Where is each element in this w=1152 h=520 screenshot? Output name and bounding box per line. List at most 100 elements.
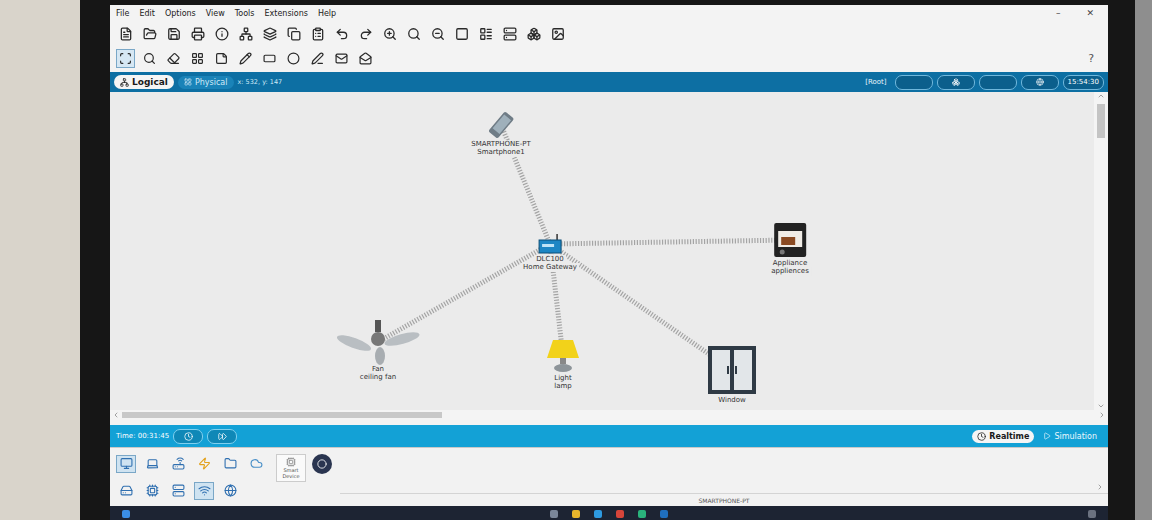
line-icon[interactable]: [236, 49, 255, 68]
tray-icon[interactable]: [1088, 510, 1096, 518]
hubs-icon[interactable]: [168, 482, 188, 500]
complex-pdu-icon[interactable]: [356, 49, 375, 68]
print-icon[interactable]: [188, 25, 207, 44]
device-node[interactable]: Fanceiling fan: [336, 319, 420, 382]
undo-icon[interactable]: [332, 25, 351, 44]
root-label: [Root]: [865, 78, 886, 86]
rectangle-icon[interactable]: [260, 49, 279, 68]
app-icon[interactable]: [638, 510, 646, 518]
select-icon[interactable]: [116, 49, 135, 68]
activity-wizard-icon[interactable]: [260, 25, 279, 44]
app-icon[interactable]: [616, 510, 624, 518]
device-model: Fan: [370, 365, 386, 373]
components-button[interactable]: [312, 454, 332, 474]
simple-pdu-icon[interactable]: [332, 49, 351, 68]
new-file-icon[interactable]: [116, 25, 135, 44]
explorer-icon[interactable]: [572, 510, 580, 518]
device-model: Light: [552, 374, 573, 382]
routers-icon[interactable]: [116, 482, 136, 500]
mode-tab[interactable]: Realtime: [972, 430, 1034, 443]
drawing-palette-icon[interactable]: [452, 25, 471, 44]
globe-icon: [1036, 78, 1044, 86]
appliance-icon: [772, 221, 808, 259]
menu-item[interactable]: File: [116, 9, 129, 18]
wireless-link[interactable]: [378, 244, 550, 342]
info-icon[interactable]: [212, 25, 231, 44]
view-button[interactable]: [895, 75, 933, 90]
zoom-out-icon[interactable]: [428, 25, 447, 44]
device-list: [340, 448, 1108, 494]
background-image-icon[interactable]: [548, 25, 567, 44]
browser-icon[interactable]: [594, 510, 602, 518]
scroll-right-icon[interactable]: [1096, 483, 1104, 491]
paste-icon[interactable]: [308, 25, 327, 44]
menu-item[interactable]: Tools: [235, 9, 255, 18]
zoom-in-icon[interactable]: [380, 25, 399, 44]
switches-icon[interactable]: [142, 482, 162, 500]
device-node[interactable]: Applianceappliences: [769, 221, 811, 276]
copy-icon[interactable]: [284, 25, 303, 44]
scroll-right-icon[interactable]: [1098, 411, 1106, 419]
security-icon[interactable]: [220, 482, 240, 500]
scroll-thumb[interactable]: [122, 412, 442, 418]
wireless-icon[interactable]: [194, 482, 214, 500]
redo-icon[interactable]: [356, 25, 375, 44]
save-icon[interactable]: [164, 25, 183, 44]
components-icon[interactable]: [168, 455, 188, 473]
mode-tab[interactable]: Simulation: [1038, 430, 1102, 443]
cluster-button[interactable]: [937, 75, 975, 90]
menu-item[interactable]: Options: [165, 9, 196, 18]
horizontal-scrollbar[interactable]: [110, 410, 1108, 420]
device-node[interactable]: Window: [706, 344, 758, 404]
workspace-tab[interactable]: Physical: [178, 76, 234, 89]
search-icon[interactable]: [550, 510, 558, 518]
misc-icon[interactable]: [220, 455, 240, 473]
power-cycle-button[interactable]: [173, 429, 203, 444]
start-icon[interactable]: [122, 510, 130, 518]
workspace-tab[interactable]: Logical: [114, 75, 174, 89]
device-node[interactable]: DLC100Home Gateway: [521, 233, 579, 272]
back-button[interactable]: [979, 75, 1017, 90]
vertical-scrollbar[interactable]: [1094, 92, 1108, 410]
scroll-left-icon[interactable]: [112, 411, 120, 419]
lamp-icon: [543, 338, 583, 374]
smart-device-tile[interactable]: Smart Device: [276, 454, 306, 482]
navigation-button[interactable]: [1021, 75, 1059, 90]
help-button[interactable]: ?: [1088, 52, 1102, 65]
multiuser-icon[interactable]: [246, 455, 266, 473]
scroll-thumb[interactable]: [1097, 104, 1105, 138]
inspect-icon[interactable]: [140, 49, 159, 68]
connections-icon[interactable]: [194, 455, 214, 473]
delete-icon[interactable]: [164, 49, 183, 68]
ellipse-icon[interactable]: [284, 49, 303, 68]
freeform-icon[interactable]: [308, 49, 327, 68]
custom-devices-icon[interactable]: [476, 25, 495, 44]
network-devices-icon[interactable]: [116, 455, 136, 473]
logical-canvas[interactable]: SMARTPHONE-PTSmartphone1 DLC100Home Gatew…: [110, 92, 1094, 410]
window-control[interactable]: ✕: [1078, 8, 1102, 18]
fast-forward-button[interactable]: [207, 429, 237, 444]
menu-item[interactable]: View: [206, 9, 225, 18]
scroll-up-icon[interactable]: [1097, 92, 1105, 100]
device-categories: [110, 448, 272, 506]
resize-icon[interactable]: [188, 49, 207, 68]
cluster-icon[interactable]: [524, 25, 543, 44]
device-node[interactable]: SMARTPHONE-PTSmartphone1: [469, 110, 533, 157]
note-icon[interactable]: [212, 49, 231, 68]
window-control[interactable]: –: [1048, 8, 1069, 18]
smart-device-icon: [286, 457, 296, 467]
device-node[interactable]: Lightlamp: [543, 338, 583, 391]
menu-item[interactable]: Help: [318, 9, 336, 18]
menu-item[interactable]: Edit: [139, 9, 155, 18]
workspace: SMARTPHONE-PTSmartphone1 DLC100Home Gatew…: [110, 92, 1108, 420]
server-icon[interactable]: [500, 25, 519, 44]
network-wizard-icon[interactable]: [236, 25, 255, 44]
wireless-link[interactable]: [550, 240, 790, 244]
menu-item[interactable]: Extensions: [264, 9, 307, 18]
zoom-reset-icon[interactable]: [404, 25, 423, 44]
packet-tracer-icon[interactable]: [660, 510, 668, 518]
open-icon[interactable]: [140, 25, 159, 44]
taskbar: [110, 506, 1108, 520]
scroll-down-icon[interactable]: [1097, 402, 1105, 410]
end-devices-icon[interactable]: [142, 455, 162, 473]
